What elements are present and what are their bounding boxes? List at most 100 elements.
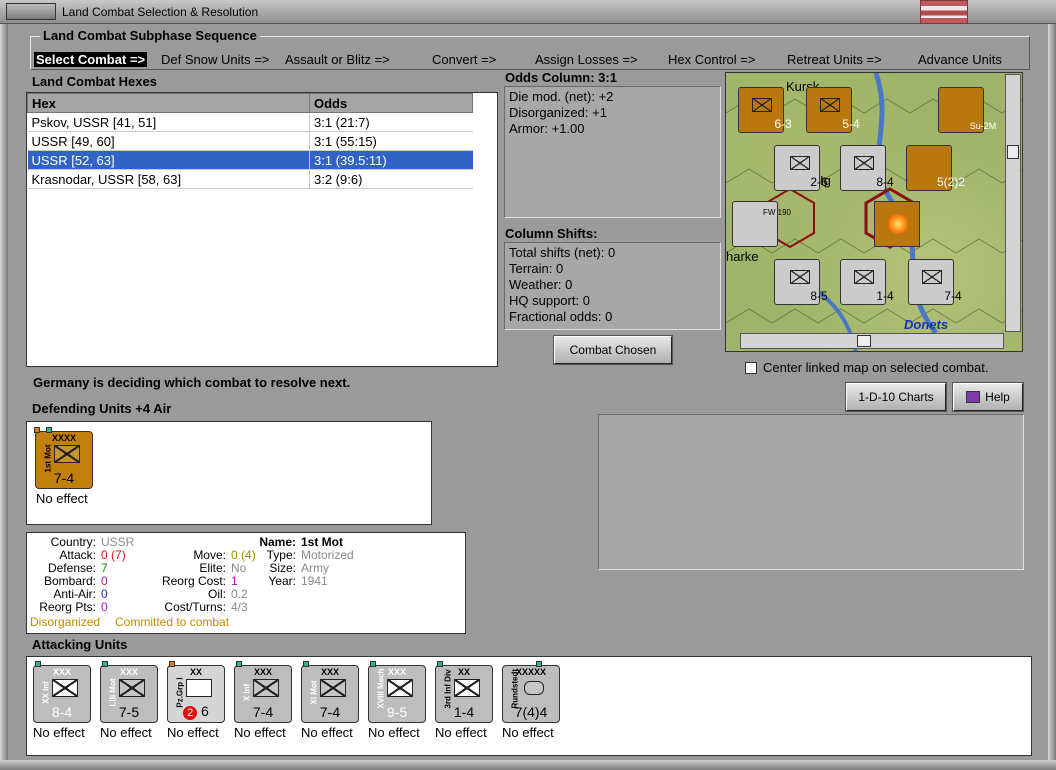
map-counter[interactable]: 2-6 <box>774 145 828 191</box>
phase-assault-or-blitz[interactable]: Assault or Blitz => <box>285 52 390 67</box>
combat-detail-panel <box>598 414 1024 570</box>
map-counter[interactable]: 8-5 <box>774 259 828 305</box>
defending-unit-counter[interactable]: XXXX 1st Mot 7-4 <box>34 427 93 489</box>
column-header-hex[interactable]: Hex <box>27 93 310 113</box>
terrain-shift-text: Terrain: 0 <box>509 261 564 276</box>
committed-status: Committed to combat <box>115 615 230 629</box>
map-label-donets: Donets <box>904 317 949 332</box>
system-menu-button[interactable] <box>6 3 56 20</box>
combat-chosen-button[interactable]: Combat Chosen <box>553 335 673 365</box>
unit-size: XXX <box>52 667 71 677</box>
unit-value: 7(4)4 <box>514 704 548 720</box>
attacking-unit-counter[interactable]: XXX XVIII Mech 9-5 <box>368 661 426 723</box>
phase-advance-units[interactable]: Advance Units <box>918 52 1002 67</box>
year-value: 1941 <box>301 574 328 588</box>
map-counter[interactable]: Su-2M <box>938 87 996 133</box>
window-frame-left <box>0 24 8 770</box>
attacking-unit-counter[interactable]: XXX LIII Mot 7-5 <box>100 661 158 723</box>
combat-hexes-list[interactable]: Hex Odds Pskov, USSR [41, 51] 3:1 (21:7)… <box>26 92 498 367</box>
defending-units-label: Defending Units +4 Air <box>32 401 172 416</box>
hq-support-text: HQ support: 0 <box>509 293 590 308</box>
map-counter[interactable]: 7-4 <box>908 259 962 305</box>
scroll-thumb[interactable] <box>1007 145 1019 159</box>
disorganized-text: Disorganized: +1 <box>509 105 607 120</box>
table-row[interactable]: Pskov, USSR [41, 51] 3:1 (21:7) <box>27 112 473 132</box>
linked-map[interactable]: Kursk Ig harke Donets 6-3 5-4 Su-2M 2-6 … <box>725 72 1023 352</box>
odds-column-label: Odds Column: 3:1 <box>505 70 617 85</box>
unit-size: XXXX <box>51 433 76 443</box>
infantry-symbol-icon <box>54 445 80 463</box>
attacking-unit-counter[interactable]: XX 3rd Inf Div 1-4 <box>435 661 493 723</box>
table-row[interactable]: Krasnodar, USSR [58, 63] 3:2 (9:6) <box>27 169 473 189</box>
year-label: Year: <box>268 574 296 588</box>
center-map-label: Center linked map on selected combat. <box>763 360 989 375</box>
attacking-unit-counter[interactable]: XXX X Inf 7-4 <box>234 661 292 723</box>
armor-text: Armor: +1.00 <box>509 121 585 136</box>
map-vertical-scrollbar[interactable] <box>1005 74 1021 332</box>
unit-value: 7-5 <box>118 704 140 720</box>
hex-cell: USSR [49, 60] <box>27 131 310 151</box>
unit-value: 8-4 <box>51 704 73 720</box>
window-frame-right <box>1048 24 1056 770</box>
weather-shift-text: Weather: 0 <box>509 277 573 292</box>
unit-size: XX <box>189 667 202 677</box>
defending-unit-status: No effect <box>36 491 88 506</box>
status-message: Germany is deciding which combat to reso… <box>33 375 351 390</box>
unit-value: 9-5 <box>386 704 408 720</box>
charts-button[interactable]: 1-D-10 Charts <box>845 382 947 412</box>
attacking-unit-status: No effect <box>502 725 554 740</box>
unit-value: 6 <box>201 703 209 719</box>
map-counter[interactable]: 1-4 <box>840 259 894 305</box>
disorganized-status: Disorganized <box>30 615 101 629</box>
attacking-unit-counter[interactable]: XXX XI Mot 7-4 <box>301 661 359 723</box>
map-counter[interactable]: FW 190 <box>732 201 791 247</box>
scroll-thumb[interactable] <box>857 335 871 347</box>
motorized-symbol-icon <box>119 679 145 697</box>
combat-hexes-table: Hex Odds Pskov, USSR [41, 51] 3:1 (21:7)… <box>27 93 473 189</box>
table-row-selected[interactable]: USSR [52, 63] 3:1 (39.5:11) <box>27 150 473 170</box>
help-label: Help <box>985 390 1010 404</box>
map-counter[interactable]: 6-3 <box>738 87 792 133</box>
book-icon <box>966 391 981 403</box>
column-shifts-panel: Total shifts (net): 0 Terrain: 0 Weather… <box>504 242 721 330</box>
map-counter[interactable]: 8-4 <box>840 145 894 191</box>
unit-value: 7-4 <box>319 704 341 720</box>
phase-convert[interactable]: Convert => <box>432 52 496 67</box>
center-map-checkbox[interactable] <box>745 362 757 374</box>
total-shifts-text: Total shifts (net): 0 <box>509 245 616 260</box>
subphase-title: Land Combat Subphase Sequence <box>40 28 260 43</box>
phase-hex-control[interactable]: Hex Control => <box>668 52 755 67</box>
unit-size: XXX <box>119 667 138 677</box>
column-shifts-label: Column Shifts: <box>505 226 598 241</box>
map-label-harke: harke <box>726 249 759 264</box>
odds-cell: 3:2 (9:6) <box>309 169 473 189</box>
combat-hexes-label: Land Combat Hexes <box>32 74 157 89</box>
phase-retreat-units[interactable]: Retreat Units => <box>787 52 882 67</box>
attacking-unit-counter[interactable]: XXX XX Inf 8-4 <box>33 661 91 723</box>
attacking-unit-counter[interactable]: XXXXX Rundstedt 7(4)4 <box>502 661 560 723</box>
phase-def-snow-units[interactable]: Def Snow Units => <box>161 52 269 67</box>
map-counter[interactable]: 5(2)2 <box>906 145 965 191</box>
phase-assign-losses[interactable]: Assign Losses => <box>535 52 638 67</box>
badge-count: 2 <box>183 706 198 720</box>
infantry-symbol-icon <box>454 679 480 697</box>
cost-turns-value: 4/3 <box>231 600 248 614</box>
unit-size: XXX <box>253 667 272 677</box>
fractional-odds-text: Fractional odds: 0 <box>509 309 613 324</box>
table-row[interactable]: USSR [49, 60] 3:1 (55:15) <box>27 131 473 151</box>
hex-cell: Krasnodar, USSR [58, 63] <box>27 169 310 189</box>
attacking-units-label: Attacking Units <box>32 637 128 652</box>
map-counter[interactable]: 5-4 <box>806 87 860 133</box>
column-header-odds[interactable]: Odds <box>309 93 473 113</box>
window-title: Land Combat Selection & Resolution <box>62 5 259 19</box>
odds-cell: 3:1 (55:15) <box>309 131 473 151</box>
hq-symbol-icon <box>524 681 544 695</box>
map-horizontal-scrollbar[interactable] <box>740 333 1004 349</box>
unit-value-row: 2 6 <box>168 703 224 720</box>
phase-select-combat[interactable]: Select Combat => <box>34 52 148 67</box>
attacking-unit-counter[interactable]: XX Pz.Grp I 2 6 <box>167 661 225 723</box>
help-button[interactable]: Help <box>952 382 1024 412</box>
flag-icon <box>920 0 968 24</box>
title-bar: Land Combat Selection & Resolution <box>0 0 1056 24</box>
motorized-symbol-icon <box>320 679 346 697</box>
